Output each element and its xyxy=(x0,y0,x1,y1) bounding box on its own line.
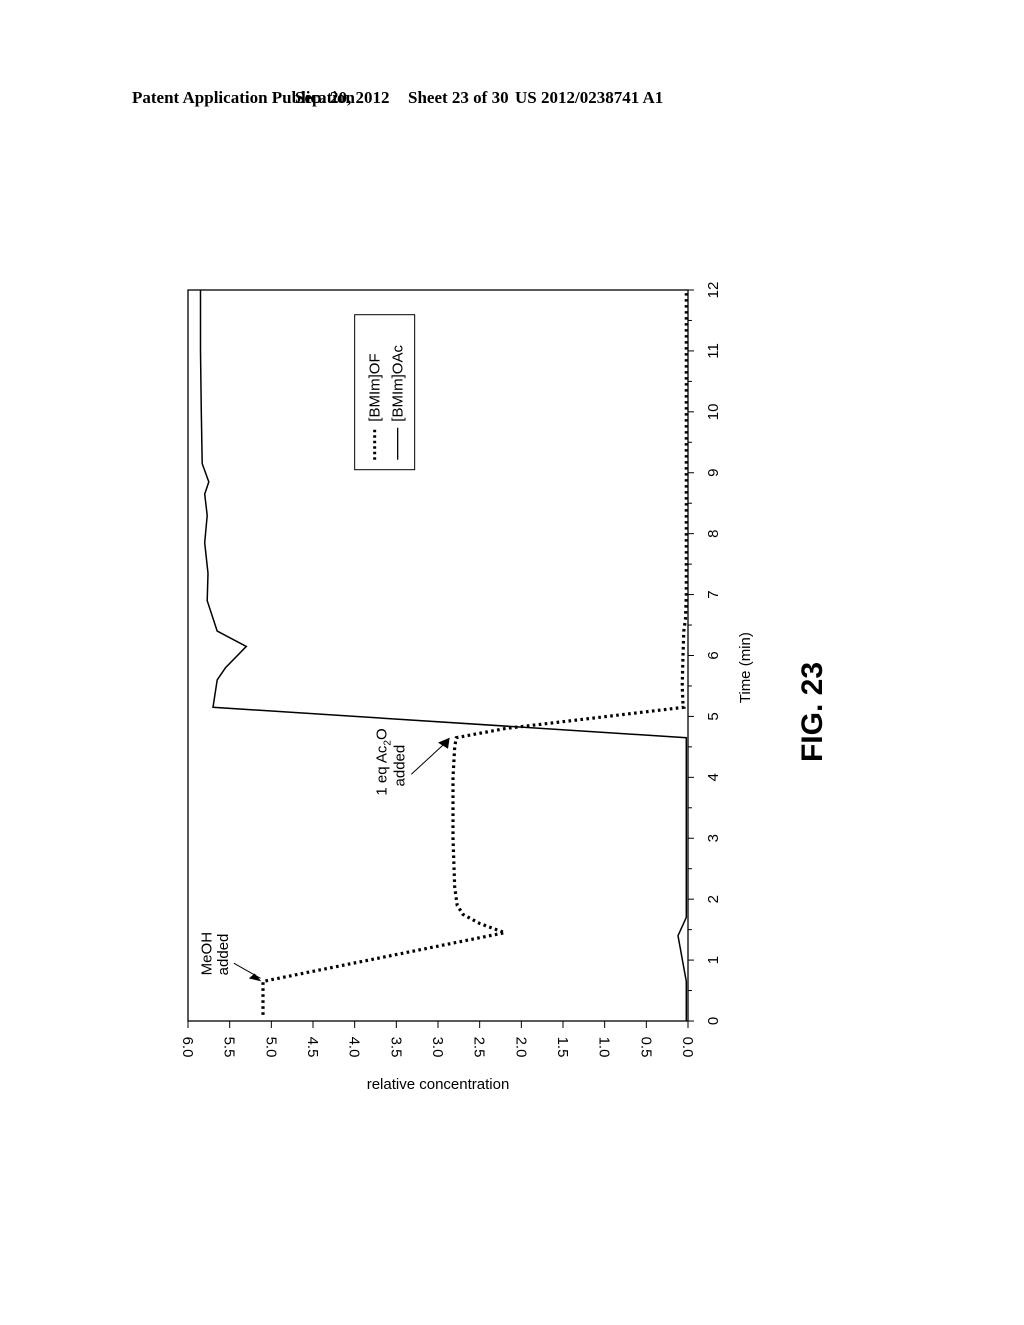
x-axis-label: Time (min) xyxy=(737,632,754,703)
x-tick-label: 2 xyxy=(705,895,722,903)
y-tick-label-group: 3.0 xyxy=(429,1037,446,1058)
x-tick-label: 12 xyxy=(705,282,722,299)
y-tick-label: 3.5 xyxy=(387,1037,404,1058)
series-line-bmim-of xyxy=(261,290,688,1015)
x-tick-label: 8 xyxy=(705,529,722,537)
x-tick-label: 0 xyxy=(705,1017,722,1025)
y-tick-label-group: 5.5 xyxy=(221,1037,238,1058)
annotation-text: added xyxy=(215,934,232,976)
y-tick-label-group: 1.0 xyxy=(596,1037,613,1058)
series-line-bmim-oac xyxy=(199,290,688,1021)
annotation-meoh: MeOH added xyxy=(198,932,262,982)
x-tick-label: 5 xyxy=(705,712,722,720)
y-tick-label-group: 2.5 xyxy=(471,1037,488,1058)
annotation-ac2o: 1 eq Ac2Oadded xyxy=(373,728,450,796)
x-tick-label: 10 xyxy=(705,403,722,420)
x-tick-label: 4 xyxy=(705,773,722,781)
y-tick-label-group: 4.5 xyxy=(304,1037,321,1058)
y-axis-label-group: relative concentration xyxy=(367,1076,510,1093)
y-tick-label-group: 6.0 xyxy=(179,1037,196,1058)
y-tick-label: 0.5 xyxy=(637,1037,654,1058)
figure-23: 0 1 2 3 4 5 6 7 8 9 10 11 12 Time (min) 0.0 0.5 1.0 1.5 2.… xyxy=(0,0,1024,1320)
y-tick-label-group: 2.0 xyxy=(512,1037,529,1058)
y-tick-label: 6.0 xyxy=(179,1037,196,1058)
y-tick-label: 1.0 xyxy=(596,1037,613,1058)
x-tick-label: 3 xyxy=(705,834,722,842)
y-tick-label: 2.0 xyxy=(512,1037,529,1058)
y-tick-label-group: 4.0 xyxy=(346,1037,363,1058)
y-tick-label-group: 0.0 xyxy=(679,1037,696,1058)
legend: [BMIm]OF [BMIm]OAc xyxy=(354,314,416,471)
arrowhead-icon xyxy=(438,737,450,749)
annotation-text: added xyxy=(392,745,409,787)
y-tick-label: 1.5 xyxy=(554,1037,571,1058)
y-tick-label-group: 1.5 xyxy=(554,1037,571,1058)
x-tick-label: 9 xyxy=(705,469,722,477)
legend-label: [BMIm]OF xyxy=(367,353,384,421)
annotation-text: MeOH xyxy=(198,932,215,975)
y-tick-label-group: 0.5 xyxy=(637,1037,654,1058)
y-tick-label: 2.5 xyxy=(471,1037,488,1058)
legend-label: [BMIm]OAc xyxy=(390,345,407,422)
y-tick-label-group: 5.0 xyxy=(262,1037,279,1058)
y-tick-label-group: 3.5 xyxy=(387,1037,404,1058)
x-tick-label: 1 xyxy=(705,956,722,964)
y-tick-label: 4.5 xyxy=(304,1037,321,1058)
y-tick-label: 5.0 xyxy=(262,1037,279,1058)
y-axis-label: relative concentration xyxy=(367,1076,510,1093)
y-tick-label: 3.0 xyxy=(429,1037,446,1058)
x-tick-label: 6 xyxy=(705,651,722,659)
x-tick-label: 11 xyxy=(705,343,722,359)
x-tick-label: 7 xyxy=(705,590,722,598)
y-tick-label: 0.0 xyxy=(679,1037,696,1058)
y-tick-label: 5.5 xyxy=(221,1037,238,1058)
figure-label: FIG. 23 xyxy=(796,662,829,762)
annotation-arrow xyxy=(410,741,447,775)
plot-area: 0123456789101112Time (min)0.00.51.01.52.… xyxy=(179,282,754,1093)
annotation-text: 1 eq Ac2O xyxy=(373,728,393,795)
line-chart: 0123456789101112Time (min)0.00.51.01.52.… xyxy=(179,282,829,1093)
y-tick-label: 4.0 xyxy=(346,1037,363,1058)
plot-frame xyxy=(187,289,689,1022)
